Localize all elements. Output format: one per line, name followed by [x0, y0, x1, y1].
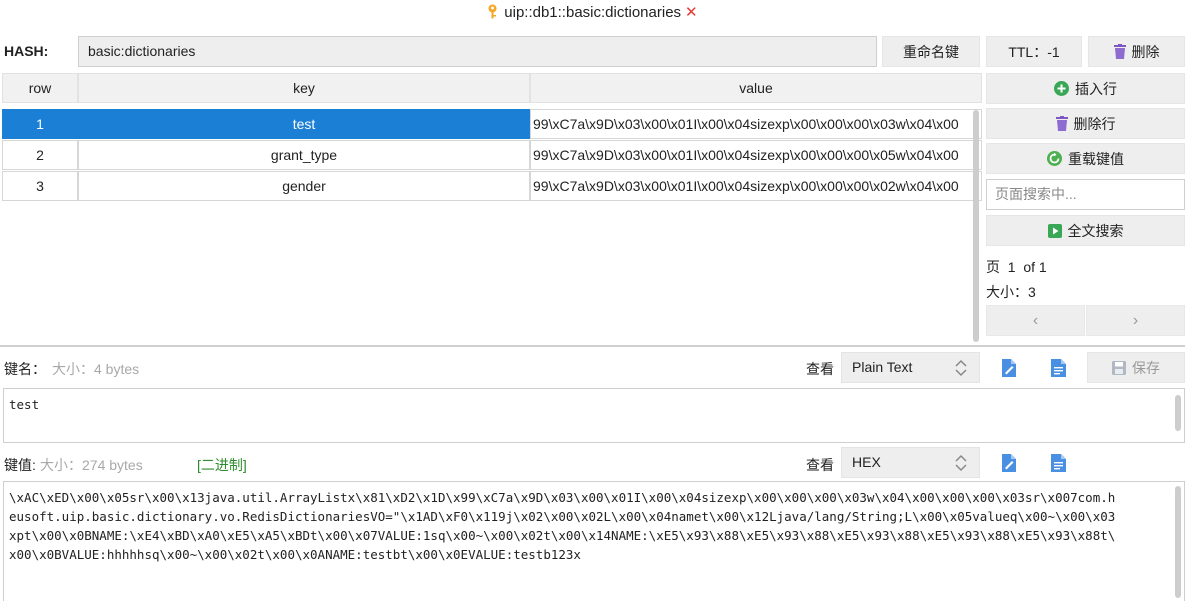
delete-row-label: 删除行 — [1073, 115, 1116, 132]
ttl-button[interactable]: TTL：-1 — [986, 36, 1082, 67]
save-label: 保存 — [1132, 359, 1160, 376]
value-view-mode-value: HEX — [852, 454, 881, 470]
key-view-mode-select[interactable]: Plain Text — [841, 352, 980, 383]
value-view-label: 查看 — [806, 457, 834, 473]
column-header-row[interactable]: row — [2, 73, 78, 103]
page-search-input[interactable]: 页面搜索中... — [986, 179, 1185, 210]
window-title-bar: uip::db1::basic:dictionaries ✕ — [0, 0, 1185, 24]
hash-name-input[interactable]: basic:dictionaries — [78, 36, 877, 67]
edit-icon[interactable] — [992, 352, 1026, 383]
document-icon[interactable] — [1041, 352, 1075, 383]
key-view-mode-value: Plain Text — [852, 359, 913, 375]
rename-button-label: 重命名键 — [903, 43, 959, 60]
prev-page-button[interactable]: ‹ — [986, 305, 1085, 336]
updown-icon — [955, 359, 967, 377]
table-row[interactable]: 3 gender 99\xC7a\x9D\x03\x00\x01I\x00\x0… — [2, 171, 982, 201]
value-cell[interactable]: 99\xC7a\x9D\x03\x00\x01I\x00\x04sizexp\x… — [530, 109, 982, 139]
value-line: \xAC\xED\x00\x05sr\x00\x13java.util.Arra… — [9, 490, 1116, 505]
trash-icon — [1113, 44, 1126, 59]
row-number-cell[interactable]: 1 — [2, 109, 78, 139]
fulltext-search-label: 全文搜索 — [1067, 222, 1124, 239]
insert-row-button[interactable]: 插入行 — [986, 73, 1185, 104]
value-textarea[interactable]: \xAC\xED\x00\x05sr\x00\x13java.util.Arra… — [3, 481, 1185, 601]
binary-tag: [二进制] — [197, 457, 247, 473]
reload-value-label: 重载键值 — [1068, 150, 1124, 167]
table-row[interactable]: 1 test 99\xC7a\x9D\x03\x00\x01I\x00\x04s… — [2, 109, 982, 139]
plus-circle-icon — [1054, 81, 1069, 96]
play-icon — [1047, 223, 1062, 238]
edit-icon[interactable] — [992, 447, 1026, 478]
key-name-label: 键名： — [4, 361, 46, 377]
key-view-label: 查看 — [806, 361, 834, 377]
hash-table: row key value 1 test 99\xC7a\x9D\x03\x00… — [2, 73, 982, 343]
page-indicator: 页 1 of 1 — [986, 259, 1047, 275]
key-name-content: test — [9, 397, 40, 412]
value-line: x00\x0BVALUE:hhhhhsq\x00~\x00\x02t\x00\x… — [9, 547, 581, 562]
document-icon[interactable] — [1041, 447, 1075, 478]
insert-row-label: 插入行 — [1075, 80, 1117, 97]
reload-icon — [1047, 151, 1062, 166]
updown-icon — [955, 454, 967, 472]
key-icon — [487, 4, 502, 20]
row-number-cell[interactable]: 2 — [2, 140, 78, 170]
chevron-left-icon: ‹ — [1032, 311, 1039, 329]
column-header-value[interactable]: value — [530, 73, 982, 103]
value-cell[interactable]: 99\xC7a\x9D\x03\x00\x01I\x00\x04sizexp\x… — [530, 171, 982, 201]
rename-button[interactable]: 重命名键 — [882, 36, 980, 67]
table-scrollbar[interactable] — [973, 110, 979, 342]
chevron-right-icon: › — [1132, 311, 1139, 329]
value-cell[interactable]: 99\xC7a\x9D\x03\x00\x01I\x00\x04sizexp\x… — [530, 140, 982, 170]
row-number-cell[interactable]: 3 — [2, 171, 78, 201]
next-page-button[interactable]: › — [1086, 305, 1185, 336]
key-cell[interactable]: gender — [78, 171, 530, 201]
delete-key-button[interactable]: 删除 — [1088, 36, 1185, 67]
value-size-text: 大小：274 bytes — [40, 457, 143, 473]
key-name-textarea[interactable]: test — [3, 388, 1185, 443]
key-textarea-scrollbar[interactable] — [1175, 395, 1181, 431]
save-button[interactable]: 保存 — [1087, 352, 1185, 383]
value-textarea-scrollbar[interactable] — [1175, 486, 1181, 598]
hash-label: HASH: — [4, 43, 49, 59]
value-view-mode-select[interactable]: HEX — [841, 447, 980, 478]
delete-key-label: 删除 — [1131, 43, 1160, 60]
panel-splitter[interactable] — [0, 345, 1185, 347]
delete-row-button[interactable]: 删除行 — [986, 108, 1185, 139]
key-size-text: 大小：4 bytes — [52, 361, 140, 377]
table-row[interactable]: 2 grant_type 99\xC7a\x9D\x03\x00\x01I\x0… — [2, 140, 982, 170]
reload-value-button[interactable]: 重载键值 — [986, 143, 1185, 174]
column-header-key[interactable]: key — [78, 73, 530, 103]
window-title: uip::db1::basic:dictionaries — [504, 4, 682, 21]
value-line: xpt\x00\x0BNAME:\xE4\xBD\xA0\xE5\xA5\xBD… — [9, 528, 1116, 543]
key-cell[interactable]: test — [78, 109, 530, 139]
close-icon[interactable]: ✕ — [685, 4, 698, 21]
save-icon — [1112, 360, 1126, 375]
ttl-label: TTL：-1 — [1008, 43, 1060, 60]
key-cell[interactable]: grant_type — [78, 140, 530, 170]
value-label: 键值: — [4, 457, 36, 473]
row-count: 大小：3 — [986, 284, 1036, 300]
value-line: eusoft.uip.basic.dictionary.vo.RedisDict… — [9, 509, 1116, 524]
fulltext-search-button[interactable]: 全文搜索 — [986, 215, 1185, 246]
trash-icon — [1055, 116, 1068, 131]
